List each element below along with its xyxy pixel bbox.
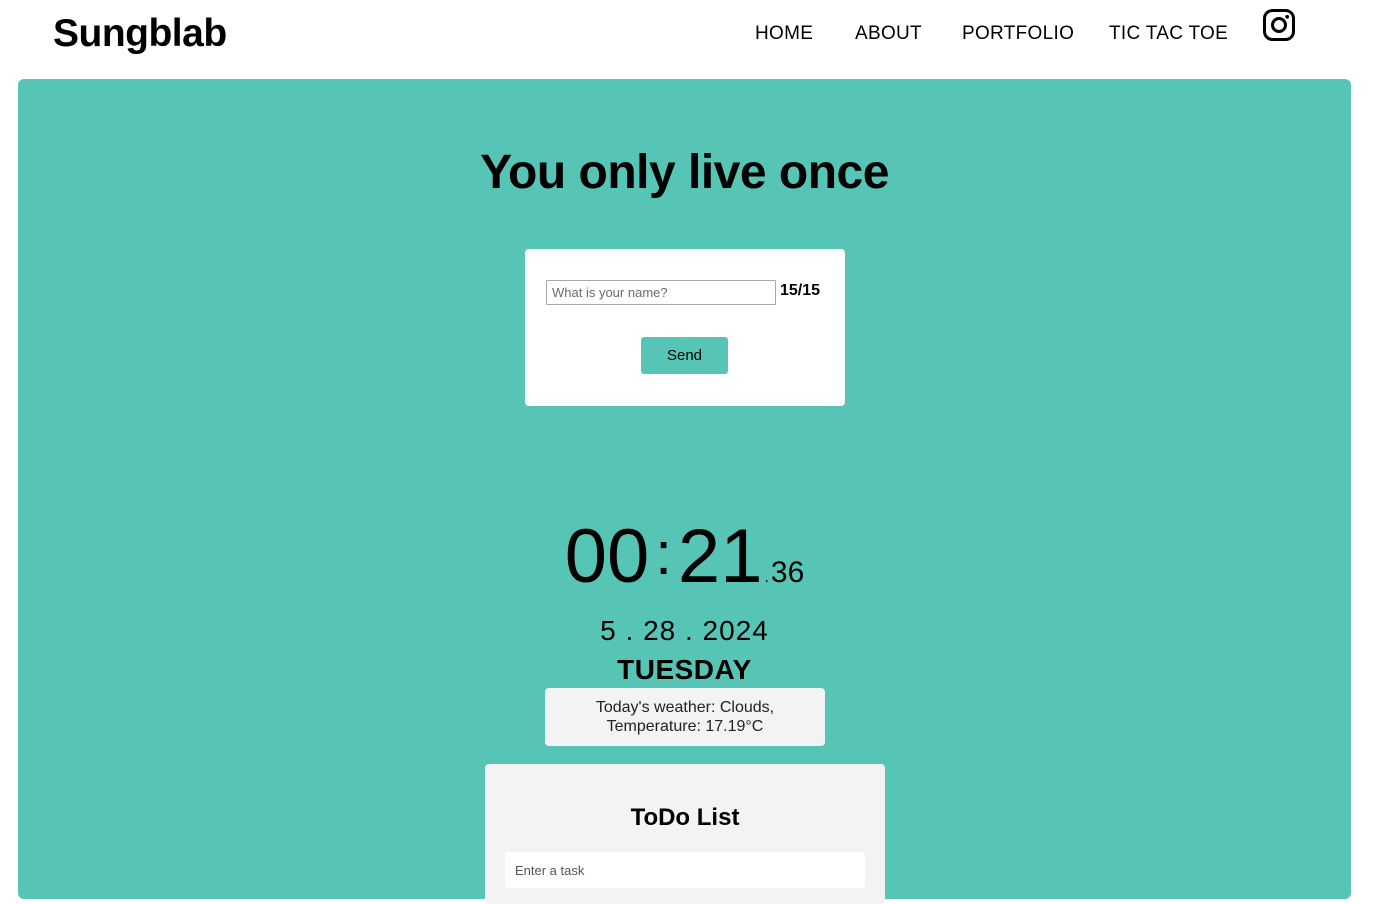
site-header: Sungblab HOME ABOUT PORTFOLIO TIC TAC TO… — [0, 0, 1387, 79]
weather-temperature: Temperature: 17.19°C — [606, 718, 764, 735]
clock-hours: 00 — [564, 514, 650, 599]
weather-card: Today's weather: Clouds, Temperature: 17… — [545, 688, 825, 746]
site-logo[interactable]: Sungblab — [53, 12, 227, 56]
nav-about[interactable]: ABOUT — [855, 23, 922, 45]
weather-condition: Today's weather: Clouds, — [595, 699, 775, 716]
send-button[interactable]: Send — [641, 337, 728, 374]
main-panel: You only live once 15/15 Send 00:21.36 5… — [18, 79, 1351, 904]
clock-display: 00:21.36 — [18, 519, 1351, 595]
date-display: 5 . 28 . 2024 — [600, 615, 769, 646]
nav-home[interactable]: HOME — [755, 23, 813, 45]
character-counter: 15/15 — [780, 282, 821, 299]
clock-seconds: 36 — [770, 556, 805, 589]
todo-input[interactable] — [505, 852, 865, 888]
todo-title: ToDo List — [630, 804, 740, 831]
name-input[interactable] — [546, 280, 776, 305]
nav-portfolio[interactable]: PORTFOLIO — [962, 23, 1074, 45]
day-display: TUESDAY — [617, 654, 752, 685]
clock-separator: : — [655, 520, 672, 587]
name-form-card: 15/15 Send — [525, 249, 845, 406]
page-title: You only live once — [480, 146, 889, 199]
nav-tic-tac-toe[interactable]: TIC TAC TOE — [1109, 23, 1228, 45]
clock-dot: . — [764, 569, 769, 586]
instagram-icon[interactable] — [1262, 8, 1296, 42]
clock-minutes: 21 — [677, 514, 763, 599]
todo-card: ToDo List — [485, 764, 885, 904]
